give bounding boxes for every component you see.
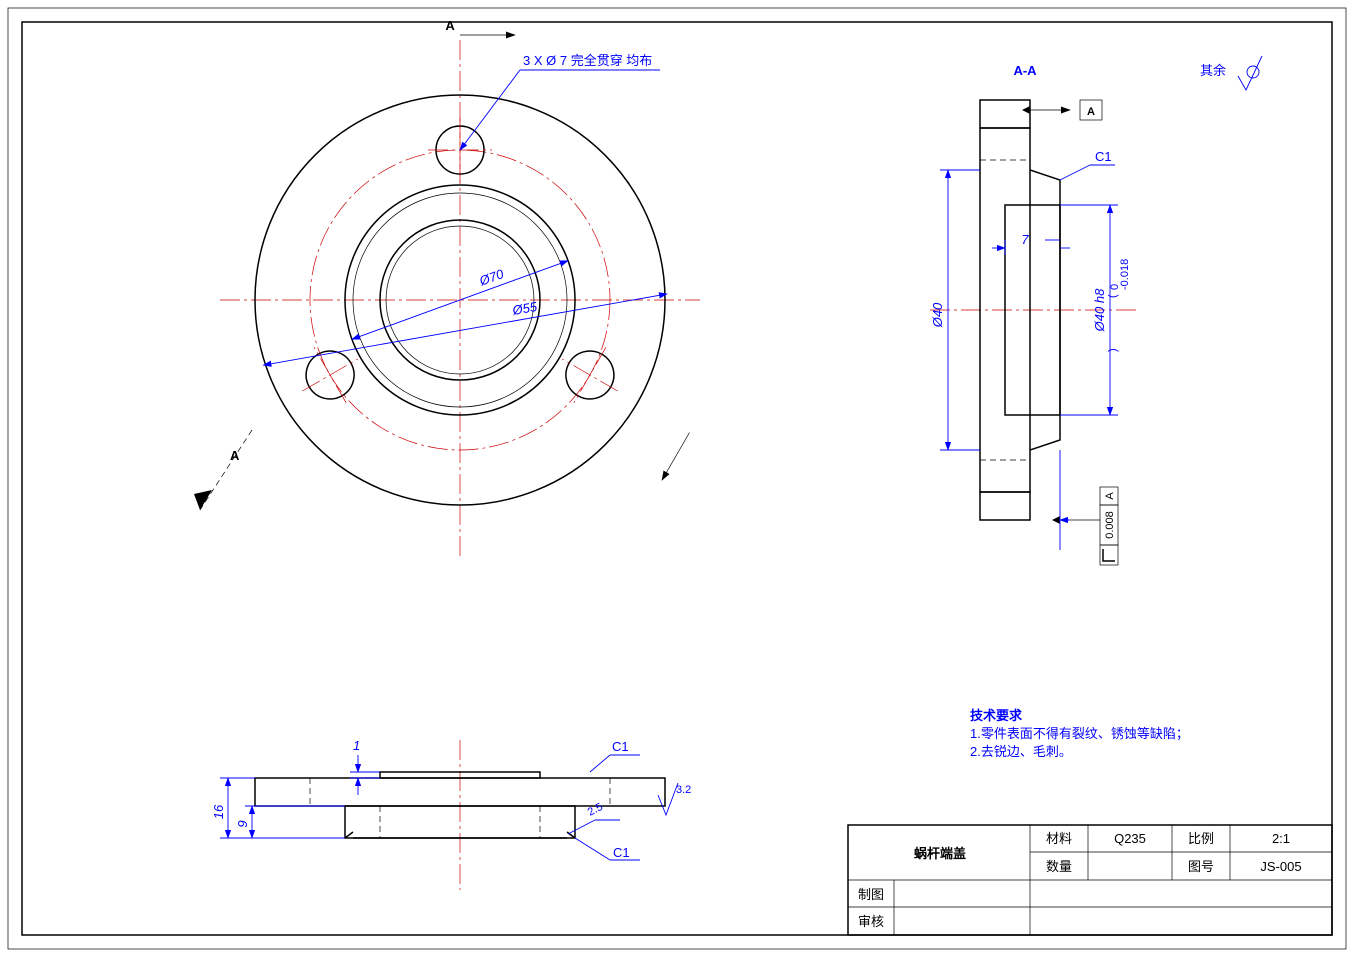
drawn-label: 制图 xyxy=(858,887,884,902)
border-outer xyxy=(8,8,1346,949)
dim-9: 9 xyxy=(235,820,250,827)
svg-text:(: ( xyxy=(1107,294,1119,298)
dim-step: 1 xyxy=(353,738,360,753)
dim-d70: Ø70 xyxy=(476,266,506,289)
drawing-sheet: 3 X Ø 7 完全贯穿 均布 Ø70 Ø55 A A A-A xyxy=(0,0,1354,957)
hole-callout: 3 X Ø 7 完全贯穿 均布 xyxy=(523,53,652,68)
material-label: 材料 xyxy=(1046,831,1072,846)
bottom-view: 1 16 9 C1 3.2 2.5 C1 xyxy=(211,738,691,890)
dim-d40: Ø40 xyxy=(930,302,945,328)
rest-label: 其余 xyxy=(1200,63,1226,78)
gdt-value: 0.008 xyxy=(1104,511,1116,539)
svg-text:): ) xyxy=(1107,348,1119,352)
dim-d40h8: Ø40 h8 xyxy=(1092,288,1107,332)
gdt-ref: A xyxy=(1104,492,1116,500)
material-value: Q235 xyxy=(1114,831,1146,846)
tol-lower: -0.018 xyxy=(1119,259,1131,290)
surf-3-2: 3.2 xyxy=(676,784,691,796)
rest-surface-symbol: 其余 xyxy=(1200,56,1262,90)
border-inner xyxy=(22,22,1332,935)
checked-label: 审核 xyxy=(858,914,884,929)
chamfer-tr: C1 xyxy=(612,739,629,754)
qty-label: 数量 xyxy=(1046,859,1072,874)
dwgno-value: JS-005 xyxy=(1260,859,1301,874)
dwgno-label: 图号 xyxy=(1188,859,1214,874)
notes-title: 技术要求 xyxy=(970,708,1023,723)
title-block: 蜗杆端盖 材料 Q235 比例 2:1 数量 图号 JS-005 制图 审核 xyxy=(848,825,1332,935)
dim-d55: Ø55 xyxy=(510,299,539,318)
scale-value: 2:1 xyxy=(1272,831,1290,846)
technical-notes: 技术要求 1.零件表面不得有裂纹、锈蚀等缺陷； 2.去锐边、毛刺。 xyxy=(970,708,1189,759)
chamfer-c1: C1 xyxy=(1095,149,1112,164)
part-name: 蜗杆端盖 xyxy=(914,846,966,861)
section-letter-a-top: A xyxy=(445,18,455,33)
dim-16: 16 xyxy=(211,804,226,819)
section-title: A-A xyxy=(1013,63,1037,78)
chamfer-br: C1 xyxy=(613,845,630,860)
dim-depth: 7 xyxy=(1021,232,1029,247)
front-view: 3 X Ø 7 完全贯穿 均布 Ø70 Ø55 A A xyxy=(194,18,700,560)
section-view: A-A A Ø40 Ø40 h8 0 -0.018 ( ) xyxy=(930,63,1140,565)
scale-label: 比例 xyxy=(1188,831,1214,846)
notes-line2: 2.去锐边、毛刺。 xyxy=(970,744,1072,759)
datum-label: A xyxy=(1087,106,1095,118)
notes-line1: 1.零件表面不得有裂纹、锈蚀等缺陷； xyxy=(970,726,1189,742)
chamfer-2-5: 2.5 xyxy=(586,801,605,819)
